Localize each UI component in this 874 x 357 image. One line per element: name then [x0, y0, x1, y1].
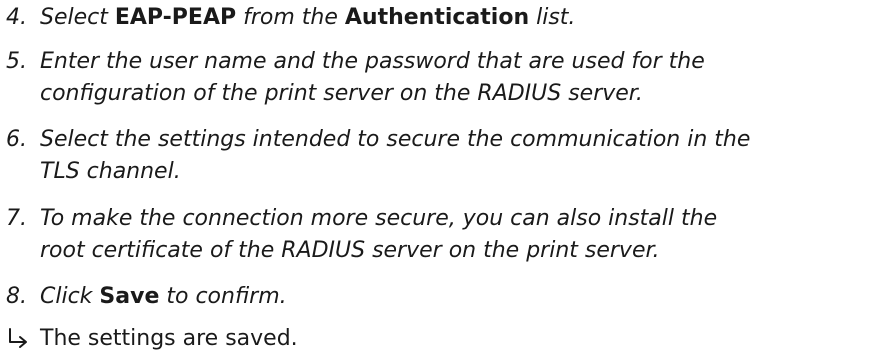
step-line: Select the settings intended to secure t…: [40, 127, 751, 152]
step-8: 8. Click Save to confirm.: [6, 281, 872, 313]
step-number: 7.: [6, 206, 27, 231]
step-7: 7. To make the connection more secure, y…: [6, 203, 872, 267]
step-line: configuration of the print server on the…: [40, 81, 643, 106]
step-text: Click Save to confirm.: [40, 281, 872, 313]
step-text-part: to confirm.: [159, 284, 287, 309]
ui-term-eap-peap: EAP-PEAP: [114, 5, 237, 30]
step-text-part: list.: [529, 5, 576, 30]
step-number: 5.: [6, 49, 27, 74]
step-number: 6.: [6, 127, 27, 152]
step-text: To make the connection more secure, you …: [40, 203, 872, 267]
step-text: Select EAP-PEAP from the Authentication …: [40, 2, 872, 34]
step-5: 5. Enter the user name and the password …: [6, 46, 872, 110]
step-4: 4. Select EAP-PEAP from the Authenticati…: [6, 2, 872, 34]
step-line: TLS channel.: [40, 159, 181, 184]
result-arrow-icon: [6, 323, 40, 350]
ui-term-save: Save: [99, 284, 160, 309]
result-text: The settings are saved.: [40, 326, 298, 351]
result-line: The settings are saved.: [6, 323, 872, 355]
step-text-part: Select: [40, 5, 115, 30]
step-text-part: Click: [40, 284, 100, 309]
step-line: root certificate of the RADIUS server on…: [40, 238, 660, 263]
step-text: Select the settings intended to secure t…: [40, 124, 872, 188]
step-line: Enter the user name and the password tha…: [40, 49, 705, 74]
step-number: 4.: [6, 5, 27, 30]
step-6: 6. Select the settings intended to secur…: [6, 124, 872, 188]
ui-term-authentication: Authentication: [344, 5, 530, 30]
step-text: Enter the user name and the password tha…: [40, 46, 872, 110]
step-number: 8.: [6, 284, 27, 309]
step-text-part: from the: [236, 5, 345, 30]
step-line: To make the connection more secure, you …: [40, 206, 718, 231]
